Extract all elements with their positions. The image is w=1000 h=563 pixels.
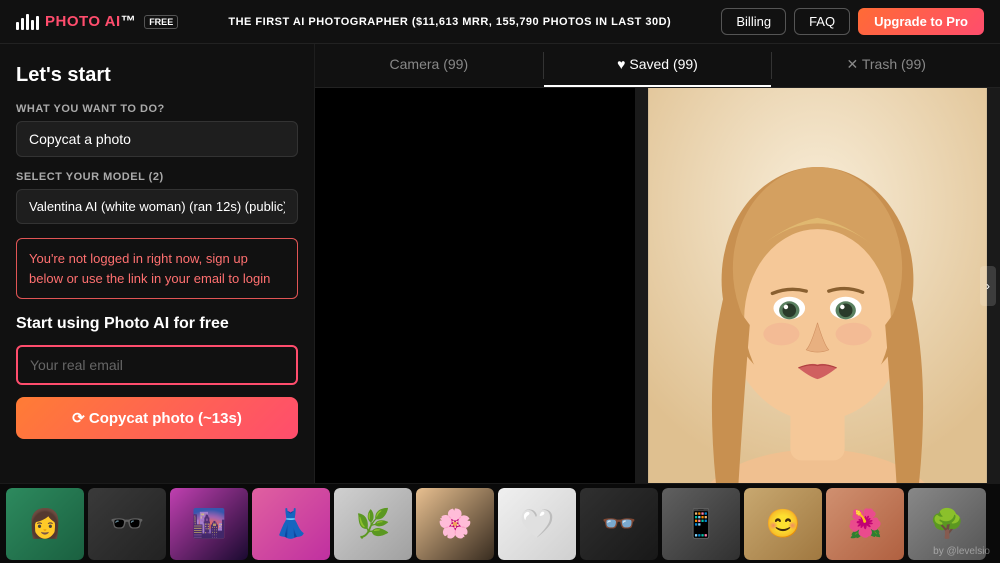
start-title: Start using Photo AI for free	[16, 315, 298, 333]
thumb-11[interactable]: 🌺	[826, 488, 904, 560]
thumb-image-6: 🌸	[416, 488, 494, 560]
thumb-5[interactable]: 🌿	[334, 488, 412, 560]
error-box: You're not logged in right now, sign up …	[16, 238, 298, 299]
thumb-image-7: 🤍	[498, 488, 576, 560]
what-input[interactable]	[16, 121, 298, 157]
thumb-1[interactable]: 👩	[6, 488, 84, 560]
tab-trash[interactable]: ✕ Trash (99)	[772, 44, 1000, 87]
thumb-image-5: 🌿	[334, 488, 412, 560]
thumb-10[interactable]: 😊	[744, 488, 822, 560]
logo-photo: PHOTO AI	[45, 13, 121, 30]
photo-display-area: ›	[315, 88, 1000, 483]
tab-camera[interactable]: Camera (99)	[315, 44, 543, 87]
logo-bars-icon	[16, 14, 39, 30]
thumb-3[interactable]: 🌆	[170, 488, 248, 560]
logo-text: PHOTO AI™	[45, 13, 136, 30]
faq-button[interactable]: FAQ	[794, 8, 850, 35]
logo: PHOTO AI™ FREE	[16, 13, 178, 30]
thumb-image-4: 👗	[252, 488, 330, 560]
thumb-image-9: 📱	[662, 488, 740, 560]
bar2	[21, 18, 24, 30]
thumb-8[interactable]: 👓	[580, 488, 658, 560]
header-actions: Billing FAQ Upgrade to Pro	[721, 8, 984, 35]
bar3	[26, 14, 29, 30]
thumbnail-strip: 👩 🕶️ 🌆 👗 🌿 🌸 🤍 👓	[0, 483, 1000, 563]
bar4	[31, 20, 34, 30]
main-photo-panel: ›	[635, 88, 1000, 483]
portrait-svg	[635, 88, 1000, 483]
copycat-button[interactable]: ⟳ Copycat photo (~13s)	[16, 397, 298, 439]
what-label: WHAT YOU WANT TO DO?	[16, 103, 298, 115]
thumb-image-11: 🌺	[826, 488, 904, 560]
bar1	[16, 22, 19, 30]
content-area: Camera (99) ♥ Saved (99) ✕ Trash (99)	[315, 44, 1000, 483]
thumb-image-10: 😊	[744, 488, 822, 560]
header-tagline: THE FIRST AI PHOTOGRAPHER ($11,613 MRR, …	[228, 16, 671, 28]
error-text: You're not logged in right now, sign up …	[29, 249, 285, 288]
left-dark-panel	[315, 88, 635, 483]
billing-button[interactable]: Billing	[721, 8, 786, 35]
tabs: Camera (99) ♥ Saved (99) ✕ Trash (99)	[315, 44, 1000, 88]
bar5	[36, 16, 39, 30]
model-select[interactable]: Valentina AI (white woman) (ran 12s) (pu…	[16, 189, 298, 224]
thumb-6[interactable]: 🌸	[416, 488, 494, 560]
logo-free-badge: FREE	[144, 15, 178, 29]
upgrade-button[interactable]: Upgrade to Pro	[858, 8, 984, 35]
watermark: by @levelsio	[933, 546, 990, 557]
thumb-4[interactable]: 👗	[252, 488, 330, 560]
model-label: SELECT YOUR MODEL (2)	[16, 171, 298, 183]
thumb-7[interactable]: 🤍	[498, 488, 576, 560]
header: PHOTO AI™ FREE THE FIRST AI PHOTOGRAPHER…	[0, 0, 1000, 44]
sidebar-title: Let's start	[16, 64, 298, 87]
thumb-image-3: 🌆	[170, 488, 248, 560]
main-layout: Let's start WHAT YOU WANT TO DO? SELECT …	[0, 44, 1000, 483]
email-input[interactable]	[16, 345, 298, 385]
thumb-2[interactable]: 🕶️	[88, 488, 166, 560]
next-photo-button[interactable]: ›	[980, 266, 996, 306]
thumb-image-2: 🕶️	[88, 488, 166, 560]
tab-saved[interactable]: ♥ Saved (99)	[544, 44, 772, 87]
thumb-9[interactable]: 📱	[662, 488, 740, 560]
sidebar: Let's start WHAT YOU WANT TO DO? SELECT …	[0, 44, 315, 483]
thumb-image-8: 👓	[580, 488, 658, 560]
thumb-image-1: 👩	[6, 488, 84, 560]
